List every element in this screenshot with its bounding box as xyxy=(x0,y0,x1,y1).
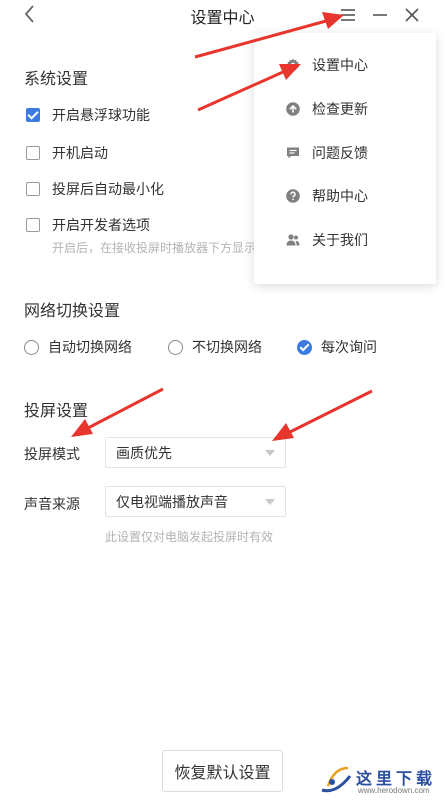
menu-item-settings-label: 设置中心 xyxy=(312,57,368,73)
developer-checkbox[interactable] xyxy=(26,218,40,232)
floating-ball-label: 开启悬浮球功能 xyxy=(52,107,150,123)
network-none-radio[interactable] xyxy=(168,339,183,355)
watermark: 这里下载 www.herodown.com xyxy=(318,762,443,800)
network-none-label: 不切换网络 xyxy=(192,339,262,355)
auto-minimize-checkbox[interactable] xyxy=(26,182,40,196)
network-option-auto[interactable]: 自动切换网络 xyxy=(24,337,132,357)
menu-item-feedback[interactable]: 问题反馈 xyxy=(254,133,436,173)
developer-hint: 开启后，在接收投屏时播放器下方显示 xyxy=(52,241,257,255)
feedback-icon xyxy=(286,146,300,160)
cast-settings-title: 投屏设置 xyxy=(24,403,89,420)
chevron-down-icon xyxy=(265,449,275,456)
audio-source-hint: 此设置仅对电脑发起投屏时有效 xyxy=(105,530,274,544)
people-icon xyxy=(286,233,300,247)
network-option-none[interactable]: 不切换网络 xyxy=(168,337,262,357)
floating-ball-checkbox[interactable] xyxy=(26,108,40,122)
menu-item-about[interactable]: 关于我们 xyxy=(254,220,436,260)
menu-icon[interactable] xyxy=(336,3,360,27)
menu-item-settings[interactable]: 设置中心 xyxy=(254,45,436,85)
menu-item-update[interactable]: 检查更新 xyxy=(254,89,436,129)
system-settings-title: 系统设置 xyxy=(24,71,89,88)
menu-item-update-label: 检查更新 xyxy=(312,101,368,117)
gear-icon xyxy=(286,58,300,72)
title-bar: 设置中心 xyxy=(0,0,445,30)
audio-source-select[interactable]: 仅电视端播放声音 xyxy=(105,486,286,517)
network-settings-title: 网络切换设置 xyxy=(24,303,121,320)
main-menu-dropdown: 设置中心 检查更新 问题反馈 帮助中心 关于我们 xyxy=(254,33,436,284)
cast-mode-select[interactable]: 画质优先 xyxy=(105,437,286,468)
network-option-ask[interactable]: 每次询问 xyxy=(297,337,377,357)
option-auto-minimize[interactable]: 投屏后自动最小化 xyxy=(26,179,164,199)
close-icon[interactable] xyxy=(400,3,424,27)
option-floating-ball[interactable]: 开启悬浮球功能 xyxy=(26,105,150,125)
chevron-down-icon xyxy=(265,498,275,505)
question-icon xyxy=(286,189,300,203)
option-developer[interactable]: 开启开发者选项 xyxy=(26,215,150,235)
menu-item-help[interactable]: 帮助中心 xyxy=(254,176,436,216)
cast-mode-label: 投屏模式 xyxy=(24,446,80,462)
option-startup[interactable]: 开机启动 xyxy=(26,143,108,163)
network-ask-radio[interactable] xyxy=(297,339,312,355)
audio-source-value: 仅电视端播放声音 xyxy=(116,493,228,510)
minimize-icon[interactable] xyxy=(368,3,392,27)
network-ask-label: 每次询问 xyxy=(321,339,377,355)
network-auto-radio[interactable] xyxy=(24,339,39,355)
restore-defaults-button[interactable]: 恢复默认设置 xyxy=(162,750,283,792)
upload-arrow-icon xyxy=(286,102,300,116)
watermark-logo-icon xyxy=(321,766,352,793)
cast-mode-value: 画质优先 xyxy=(116,444,172,461)
watermark-url: www.herodown.com xyxy=(358,786,430,795)
network-auto-label: 自动切换网络 xyxy=(48,339,132,355)
audio-source-label: 声音来源 xyxy=(24,496,80,512)
auto-minimize-label: 投屏后自动最小化 xyxy=(52,181,164,197)
menu-item-about-label: 关于我们 xyxy=(312,232,368,248)
menu-item-feedback-label: 问题反馈 xyxy=(312,145,368,161)
startup-checkbox[interactable] xyxy=(26,146,40,160)
developer-label: 开启开发者选项 xyxy=(52,217,150,233)
arrow-icon xyxy=(272,389,373,441)
menu-item-help-label: 帮助中心 xyxy=(312,188,368,204)
startup-label: 开机启动 xyxy=(52,145,108,161)
